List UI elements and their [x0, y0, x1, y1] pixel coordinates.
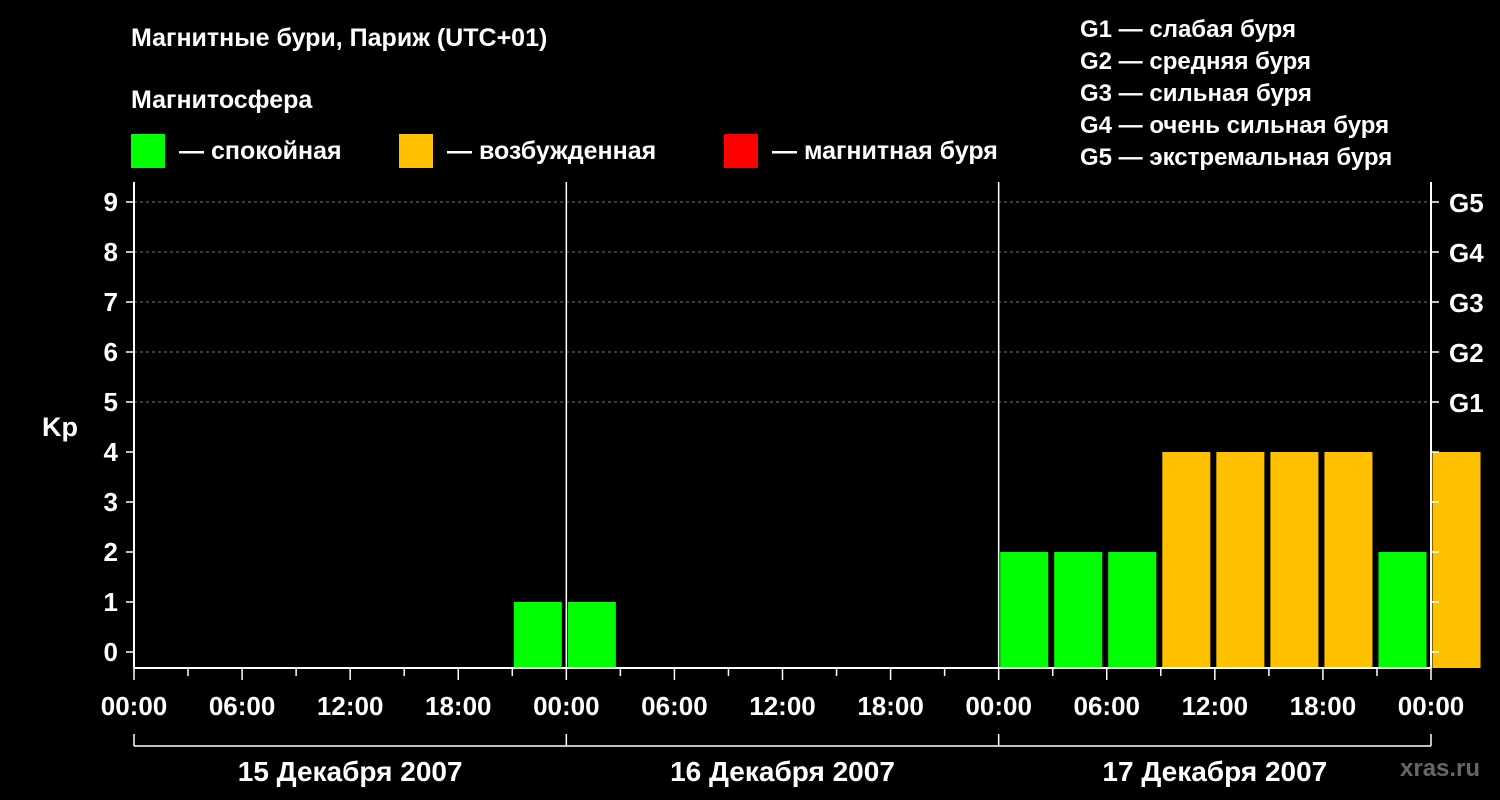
x-tick-label: 12:00	[1182, 691, 1249, 721]
kp-bar	[1432, 452, 1481, 668]
x-tick-label: 00:00	[101, 691, 168, 721]
day-label: 16 Декабря 2007	[670, 756, 895, 787]
kp-bar	[1000, 552, 1049, 668]
x-tick-label: 18:00	[857, 691, 924, 721]
x-tick-label: 06:00	[209, 691, 276, 721]
g-tick-label: G1	[1449, 388, 1484, 418]
x-tick-label: 18:00	[425, 691, 492, 721]
y-tick-label: 2	[104, 537, 118, 567]
kp-chart: 0 1 2 3 4 5 6 7 8 9 G1 G2 G3 G4 G5 00:00 06:00 12:00 18:00…	[101, 182, 1484, 787]
kp-bar	[1378, 552, 1427, 668]
kp-bar	[1270, 452, 1319, 668]
g-tick-label: G4	[1449, 238, 1484, 268]
x-tick-label: 06:00	[641, 691, 708, 721]
watermark: xras.ru	[1400, 755, 1481, 782]
y-tick-label: 7	[104, 287, 118, 317]
x-tick-label: 00:00	[965, 691, 1032, 721]
g-tick-label: G5	[1449, 188, 1484, 218]
g-tick-label: G3	[1449, 288, 1484, 318]
kp-bar	[1324, 452, 1373, 668]
kp-bar	[1108, 552, 1157, 668]
y-tick-label: 6	[104, 337, 118, 367]
kp-bar	[1162, 452, 1211, 668]
x-tick-label: 18:00	[1290, 691, 1357, 721]
x-tick-label: 00:00	[533, 691, 600, 721]
y-tick-label: 9	[104, 187, 118, 217]
y-tick-label: 4	[104, 437, 119, 467]
y-tick-label: 3	[104, 487, 118, 517]
kp-bar	[567, 602, 616, 668]
kp-bar	[513, 602, 562, 668]
day-label: 15 Декабря 2007	[238, 756, 463, 787]
y-tick-label: 0	[104, 637, 118, 667]
x-tick-label: 00:00	[1398, 691, 1465, 721]
y-tick-label: 8	[104, 237, 118, 267]
x-tick-label: 06:00	[1074, 691, 1141, 721]
g-tick-label: G2	[1449, 338, 1484, 368]
kp-bar	[1216, 452, 1265, 668]
y-tick-label: 1	[104, 587, 118, 617]
x-tick-label: 12:00	[749, 691, 816, 721]
day-label: 17 Декабря 2007	[1102, 756, 1327, 787]
x-tick-label: 12:00	[317, 691, 384, 721]
y-tick-label: 5	[104, 387, 118, 417]
kp-bar	[1054, 552, 1103, 668]
